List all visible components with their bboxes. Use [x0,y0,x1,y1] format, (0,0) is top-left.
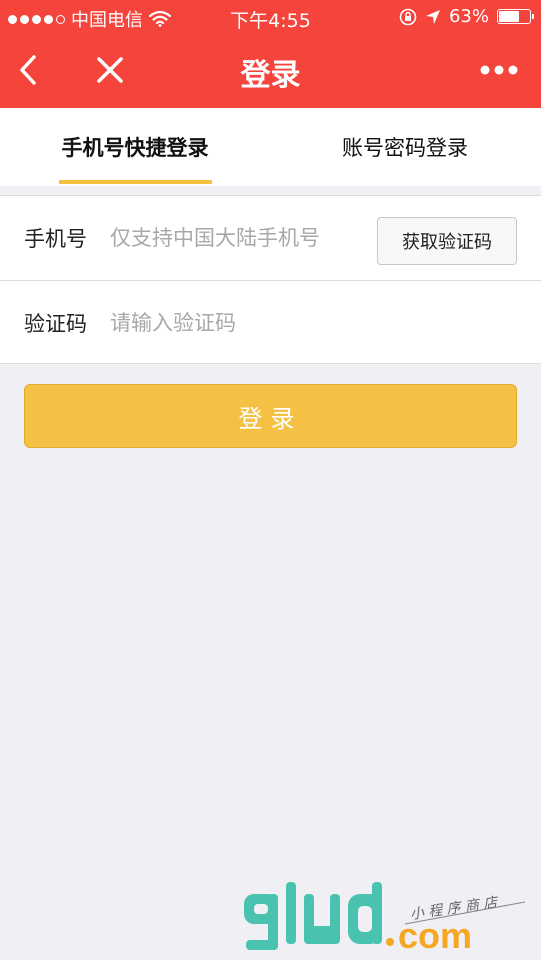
nav-bar: 登录 [0,36,541,108]
get-code-button[interactable]: 获取验证码 [377,217,517,265]
login-tabs: 手机号快捷登录 账号密码登录 [0,108,541,186]
code-label: 验证码 [24,312,87,336]
battery-percent: 63% [448,6,489,27]
location-arrow-icon [425,9,440,24]
status-right: 63% [399,6,534,27]
svg-text:com: com [398,915,472,956]
battery-fill [499,11,520,22]
more-dots-icon [480,65,518,75]
phone-label: 手机号 [24,227,87,251]
code-input[interactable] [110,303,360,343]
tab-phone-login[interactable]: 手机号快捷登录 [40,108,230,186]
status-bar: 中国电信 下午4:55 63% [0,0,541,36]
phone-row: 手机号 获取验证码 [0,196,541,280]
code-row: 验证码 [0,281,541,365]
glud-watermark-logo: com 小 程 序 商 店 [244,882,526,956]
login-form: 手机号 获取验证码 验证码 [0,195,541,364]
tab-password-login-label: 账号密码登录 [342,136,468,160]
phone-input[interactable] [110,218,360,258]
active-tab-indicator [59,180,212,184]
login-button[interactable]: 登录 [24,384,517,448]
rotation-lock-icon [399,8,417,25]
battery-icon [497,9,534,24]
tab-password-login[interactable]: 账号密码登录 [310,108,500,186]
more-button[interactable] [478,50,520,90]
page-title: 登录 [240,58,301,93]
tab-phone-login-label: 手机号快捷登录 [61,136,209,160]
